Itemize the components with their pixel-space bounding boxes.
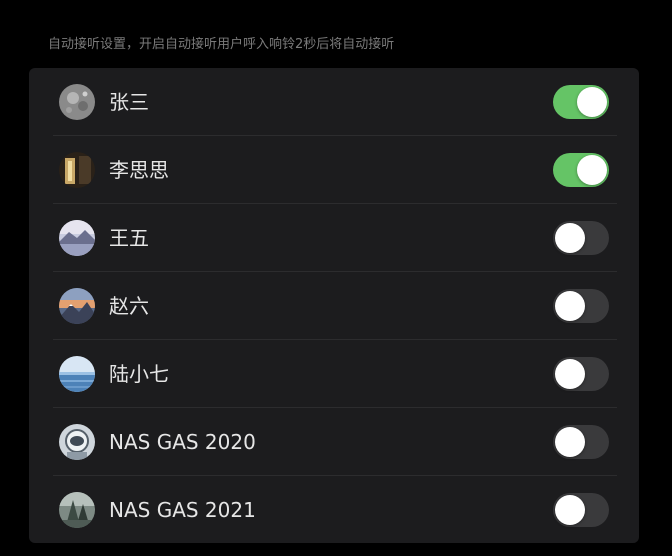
mountain-lake-avatar xyxy=(59,220,95,256)
contact-row: NAS GAS 2020 xyxy=(53,408,617,476)
contact-name: NAS GAS 2020 xyxy=(109,430,256,454)
contact-list-card: 张三 李思思 王五 赵六 陆小七 NAS GAS 2020 NAS GAS 20… xyxy=(29,68,639,543)
auto-answer-toggle[interactable] xyxy=(553,153,609,187)
toggle-knob xyxy=(555,223,585,253)
contact-row: 张三 xyxy=(53,68,617,136)
auto-answer-toggle[interactable] xyxy=(553,425,609,459)
toggle-knob xyxy=(577,87,607,117)
contact-name: 赵六 xyxy=(109,294,149,318)
contact-name: 张三 xyxy=(109,90,149,114)
auto-answer-toggle[interactable] xyxy=(553,85,609,119)
contact-row: 王五 xyxy=(53,204,617,272)
auto-answer-toggle[interactable] xyxy=(553,493,609,527)
toggle-knob xyxy=(555,291,585,321)
auto-answer-toggle[interactable] xyxy=(553,221,609,255)
auto-answer-toggle[interactable] xyxy=(553,289,609,323)
toggle-knob xyxy=(577,155,607,185)
contact-name: NAS GAS 2021 xyxy=(109,498,256,522)
contact-name: 李思思 xyxy=(109,158,169,182)
contact-row: 李思思 xyxy=(53,136,617,204)
auto-answer-hint: 自动接听设置，开启自动接听用户呼入响铃2秒后将自动接听 xyxy=(48,37,395,52)
forest-avatar xyxy=(59,492,95,528)
toggle-knob xyxy=(555,427,585,457)
toggle-knob xyxy=(555,359,585,389)
astronaut-avatar xyxy=(59,424,95,460)
doorway-photo-avatar xyxy=(59,152,95,188)
auto-answer-toggle[interactable] xyxy=(553,357,609,391)
mountain-sunset-avatar xyxy=(59,288,95,324)
contact-row: 赵六 xyxy=(53,272,617,340)
contact-name: 陆小七 xyxy=(109,362,169,386)
moon-photo-avatar xyxy=(59,84,95,120)
contact-name: 王五 xyxy=(109,226,149,250)
auto-answer-settings-page: 自动接听设置，开启自动接听用户呼入响铃2秒后将自动接听 张三 李思思 王五 赵六… xyxy=(0,0,672,556)
ocean-avatar xyxy=(59,356,95,392)
toggle-knob xyxy=(555,495,585,525)
contact-row: 陆小七 xyxy=(53,340,617,408)
contact-row: NAS GAS 2021 xyxy=(53,476,617,543)
